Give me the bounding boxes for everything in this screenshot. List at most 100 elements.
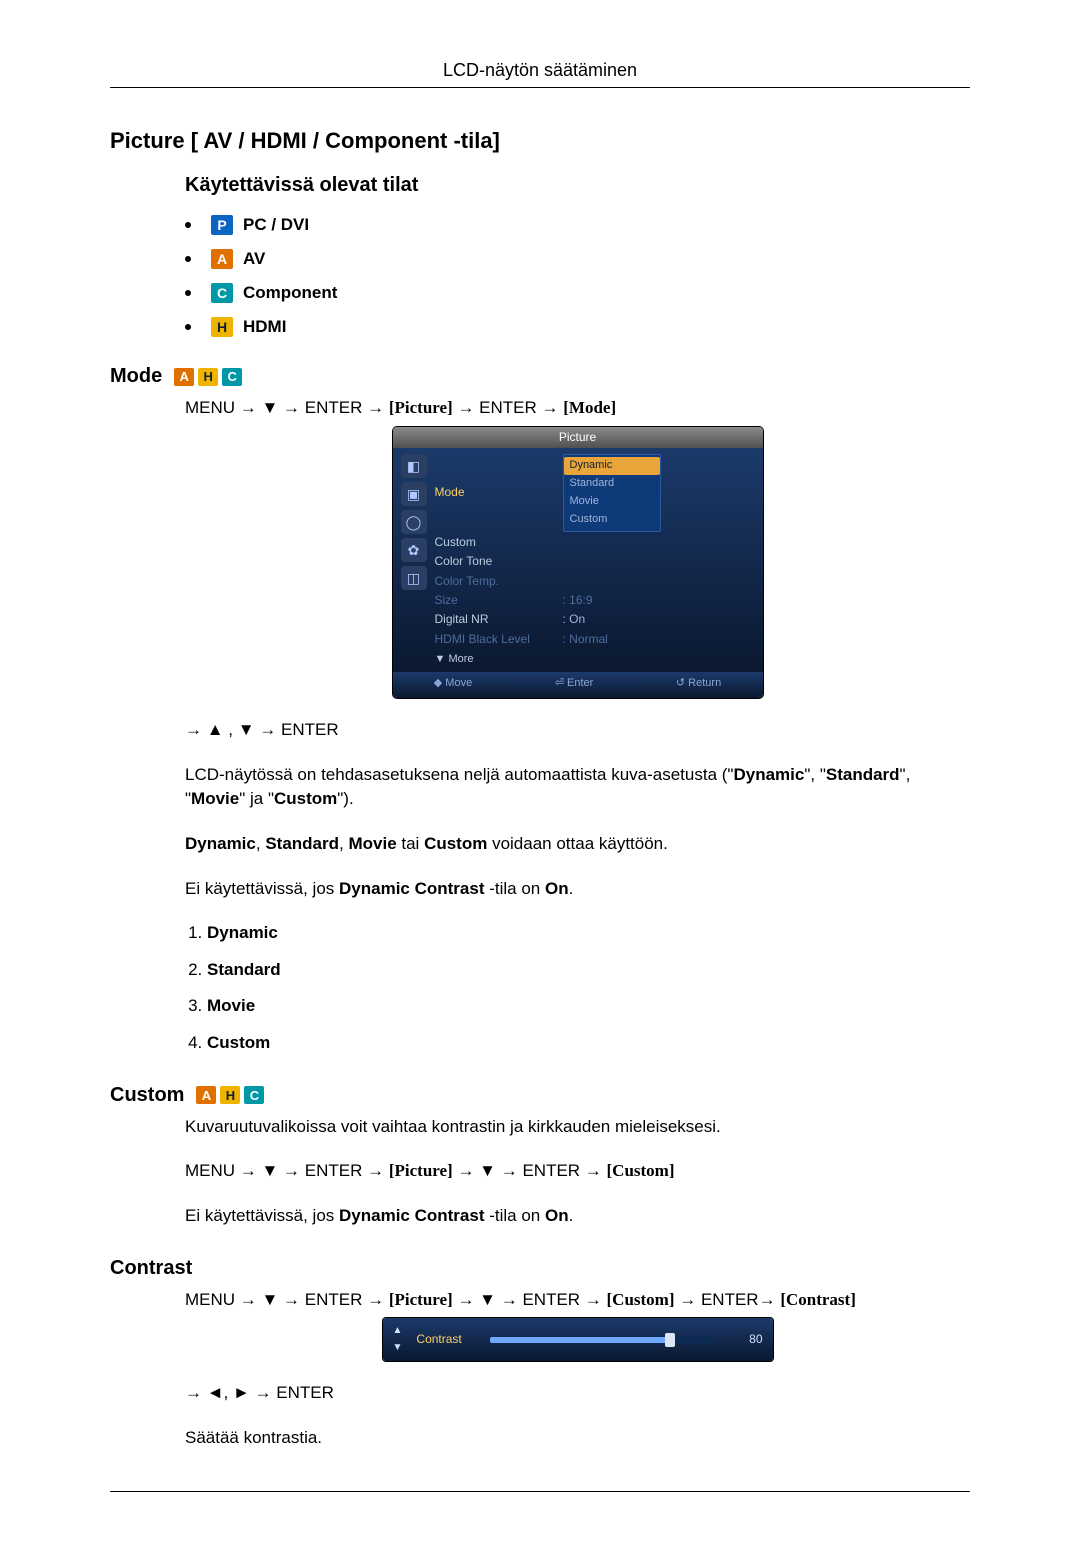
mode-component: C Component	[185, 283, 970, 303]
osd-value: : 16:9	[563, 592, 593, 609]
h-icon: H	[211, 317, 233, 337]
osd-label: Custom	[435, 534, 555, 551]
osd-title: Picture	[393, 427, 763, 448]
mode-hdmi: H HDMI	[185, 317, 970, 337]
slider-fill	[490, 1337, 669, 1343]
down-arrow-icon[interactable]: ▼	[393, 1341, 403, 1356]
nav-mode: [Mode]	[563, 398, 616, 417]
text-bold: Custom	[274, 789, 337, 808]
popup-custom[interactable]: Custom	[564, 511, 660, 529]
text: tai	[397, 834, 424, 853]
osd-row: Color Temp.	[435, 573, 755, 590]
contrast-osd-label: Contrast	[416, 1331, 476, 1348]
osd-label: Digital NR	[435, 611, 555, 628]
osd-arrows[interactable]: ▲ ▼	[393, 1324, 403, 1355]
contrast-slider[interactable]	[490, 1337, 714, 1343]
custom-heading-label: Custom	[110, 1084, 184, 1107]
mode-nav-path-2: → ▲ , ▼ → ENTER	[185, 718, 970, 743]
contrast-heading: Contrast	[110, 1257, 970, 1280]
nav-text: MENU → ▼ → ENTER →	[185, 398, 389, 417]
nav-custom: [Custom]	[607, 1161, 675, 1180]
page-header: LCD-näytön säätäminen	[110, 60, 970, 87]
osd-row: Size : 16:9	[435, 592, 755, 609]
osd-rows: Mode Dynamic Standard Movie Custom Custo…	[435, 454, 755, 668]
osd-mode-row[interactable]: Mode Dynamic Standard Movie Custom	[435, 454, 755, 532]
bullet-icon	[185, 324, 191, 330]
footer-rule	[110, 1491, 970, 1492]
mode-ordered-list: Dynamic Standard Movie Custom	[185, 921, 970, 1056]
mode-av: A AV	[185, 249, 970, 269]
osd-foot-move: ◆ Move	[434, 676, 472, 692]
available-modes-list: P PC / DVI A AV C Component H HDMI	[185, 215, 970, 337]
osd-label: Color Tone	[435, 553, 555, 570]
popup-movie[interactable]: Movie	[564, 493, 660, 511]
text: LCD-näytössä on tehdasasetuksena neljä a…	[185, 765, 733, 784]
popup-dynamic[interactable]: Dynamic	[564, 457, 660, 475]
picture-osd: Picture ◧ ▣ ◯ ✿ ◫ Mode Dynamic	[393, 427, 763, 698]
nav-text: → ENTER →	[457, 398, 563, 417]
text: .	[569, 1206, 574, 1225]
custom-para-2: Ei käytettävissä, jos Dynamic Contrast -…	[185, 1204, 970, 1229]
mode-component-label: Component	[243, 283, 337, 303]
osd-more[interactable]: ▼ More	[435, 652, 755, 668]
osd-label: Size	[435, 592, 555, 609]
nav-text: MENU → ▼ → ENTER →	[185, 1290, 389, 1309]
text: .	[569, 879, 574, 898]
c-icon: C	[211, 283, 233, 303]
text: -tila on	[485, 879, 545, 898]
nav-text: MENU → ▼ → ENTER →	[185, 1161, 389, 1180]
mode-heading: Mode A H C	[110, 365, 970, 388]
contrast-nav-path-2: → ◄, ► → ENTER	[185, 1381, 970, 1406]
c-icon: C	[244, 1086, 264, 1104]
text-bold: On	[545, 1206, 569, 1225]
text-bold: Movie	[348, 834, 396, 853]
list-label: Dynamic	[207, 923, 278, 942]
c-icon: C	[222, 368, 242, 386]
mode-para-3: Ei käytettävissä, jos Dynamic Contrast -…	[185, 877, 970, 902]
a-icon: A	[174, 368, 194, 386]
custom-nav-path: MENU → ▼ → ENTER → [Picture] → ▼ → ENTER…	[185, 1159, 970, 1184]
custom-icon-strip: A H C	[196, 1086, 264, 1104]
custom-intro: Kuvaruutuvalikoissa voit vaihtaa kontras…	[185, 1115, 970, 1140]
nav-picture: [Picture]	[389, 1161, 453, 1180]
section-title: Picture [ AV / HDMI / Component -tila]	[110, 128, 970, 154]
contrast-desc: Säätää kontrastia.	[185, 1426, 970, 1451]
nav-contrast: [Contrast]	[780, 1290, 856, 1309]
osd-value: : On	[563, 611, 586, 628]
custom-body: Kuvaruutuvalikoissa voit vaihtaa kontras…	[185, 1115, 970, 1229]
popup-standard[interactable]: Standard	[564, 475, 660, 493]
osd-side-icon: ◯	[401, 510, 427, 534]
osd-label: Mode	[435, 484, 555, 501]
text: voidaan ottaa käyttöön.	[487, 834, 668, 853]
slider-knob[interactable]	[665, 1333, 675, 1347]
mode-hdmi-label: HDMI	[243, 317, 286, 337]
text: " ja "	[239, 789, 274, 808]
mode-body: MENU → ▼ → ENTER → [Picture] → ENTER → […	[185, 396, 970, 1056]
osd-row[interactable]: Color Tone	[435, 553, 755, 570]
osd-row[interactable]: Custom	[435, 534, 755, 551]
text: Ei käytettävissä, jos	[185, 1206, 339, 1225]
text-bold: Movie	[191, 789, 239, 808]
text: ,	[256, 834, 265, 853]
osd-side-icon: ◫	[401, 566, 427, 590]
page: LCD-näytön säätäminen Picture [ AV / HDM…	[0, 0, 1080, 1552]
contrast-value: 80	[729, 1331, 763, 1348]
text-bold: Dynamic	[733, 765, 804, 784]
osd-side-icon: ▣	[401, 482, 427, 506]
h-icon: H	[220, 1086, 240, 1104]
nav-text: → ENTER→	[679, 1290, 780, 1309]
contrast-nav-path: MENU → ▼ → ENTER → [Picture] → ▼ → ENTER…	[185, 1288, 970, 1313]
nav-text: → ▼ → ENTER →	[457, 1161, 606, 1180]
up-arrow-icon[interactable]: ▲	[393, 1324, 403, 1339]
list-label: Standard	[207, 960, 281, 979]
mode-icon-strip: A H C	[174, 368, 242, 386]
mode-heading-label: Mode	[110, 365, 162, 388]
list-item: Dynamic	[207, 921, 970, 946]
nav-text: → ▼ → ENTER →	[457, 1290, 606, 1309]
text-bold: Custom	[424, 834, 487, 853]
osd-label: HDMI Black Level	[435, 631, 555, 648]
text-bold: Standard	[826, 765, 900, 784]
text-bold: Dynamic	[185, 834, 256, 853]
osd-mode-popup[interactable]: Dynamic Standard Movie Custom	[563, 454, 661, 532]
osd-row[interactable]: Digital NR : On	[435, 611, 755, 628]
